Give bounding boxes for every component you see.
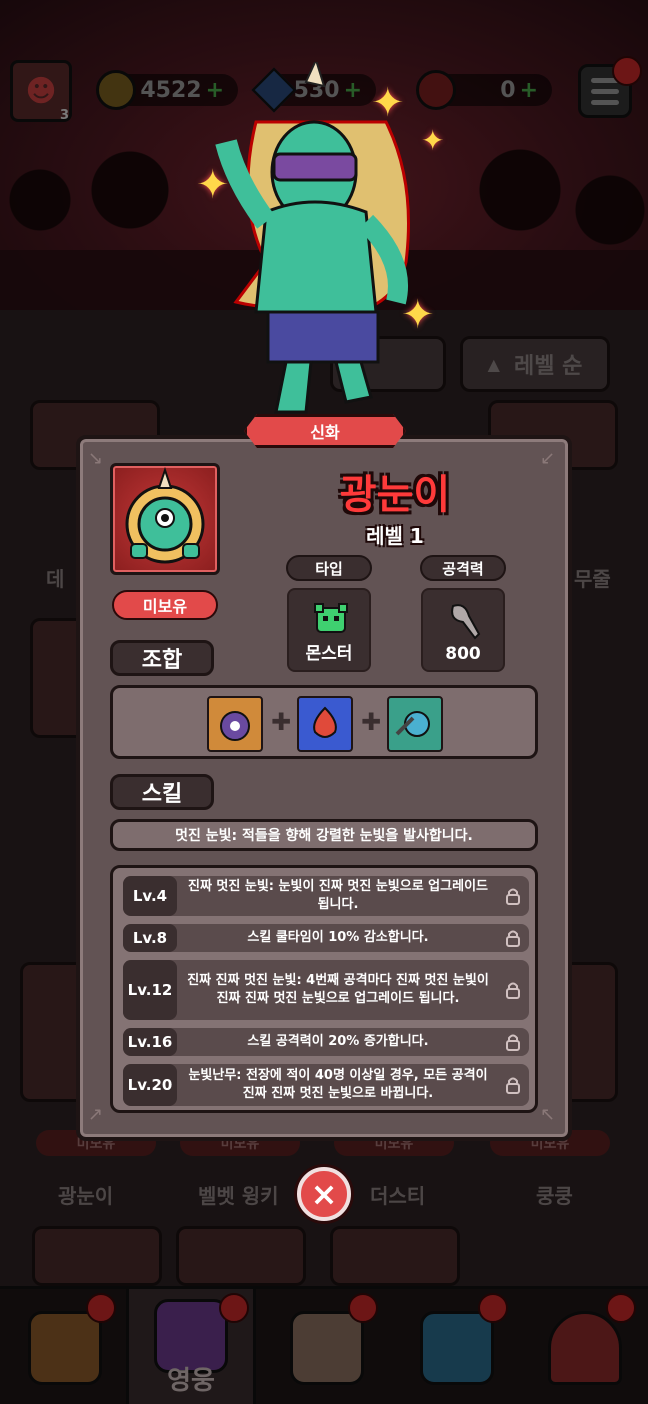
hero-name: 광눈이 xyxy=(339,472,451,518)
plus-icon: ✚ xyxy=(271,708,292,736)
lock-icon xyxy=(506,982,520,999)
lock-icon xyxy=(506,1077,520,1094)
hero-portrait xyxy=(110,463,220,575)
close-icon: × xyxy=(310,1175,338,1213)
skill-section-title: 스킬 xyxy=(110,774,214,810)
attack-label: 공격력 xyxy=(420,555,506,581)
upgrade-row: Lv.20 눈빛난무: 전장에 적이 40명 이상일 경우, 모든 공격이 진짜… xyxy=(123,1064,529,1106)
sparkle-icon: ✦ xyxy=(371,80,405,126)
type-value: 몬스터 xyxy=(305,644,353,664)
corner-arrow-icon: ↘ xyxy=(88,448,104,469)
hero-full-art: ✦ ✦ ✦ ✦ xyxy=(196,57,446,422)
sparkle-icon: ✦ xyxy=(421,124,445,157)
rarity-banner: 신화 xyxy=(244,414,406,448)
hero-level: 레벨 1 xyxy=(366,524,424,548)
upgrade-level: Lv.20 xyxy=(123,1064,177,1106)
lock-icon xyxy=(506,1034,520,1051)
attack-stat-box: 800 xyxy=(421,588,505,672)
combo-ingredient-spiky-monster[interactable] xyxy=(207,696,263,752)
type-stat-box: 몬스터 xyxy=(287,588,371,672)
club-icon xyxy=(451,604,481,640)
sparkle-icon: ✦ xyxy=(401,292,435,338)
type-label: 타입 xyxy=(286,555,372,581)
close-button[interactable]: × xyxy=(297,1167,351,1221)
upgrade-row: Lv.12 진짜 진짜 멋진 눈빛: 4번째 공격마다 진짜 멋진 눈빛이 진짜… xyxy=(123,960,529,1020)
combo-ingredient-fire-imp[interactable] xyxy=(297,696,353,752)
skill-description: 멋진 눈빛: 적들을 향해 강렬한 눈빛을 발사합니다. xyxy=(110,819,538,851)
combo-ingredient-goblin[interactable] xyxy=(387,696,443,752)
upgrade-text: 진짜 진짜 멋진 눈빛: 4번째 공격마다 진짜 멋진 눈빛이 진짜 진짜 멋진… xyxy=(187,973,489,1006)
corner-arrow-icon: ↗ xyxy=(88,1104,104,1125)
upgrade-text: 눈빛난무: 전장에 적이 40명 이상일 경우, 모든 공격이 진짜 진짜 멋진… xyxy=(188,1068,488,1101)
monster-icon xyxy=(314,603,348,633)
attack-value: 800 xyxy=(445,644,481,664)
upgrade-row: Lv.4 진짜 멋진 눈빛: 눈빛이 진짜 멋진 눈빛으로 업그레이드 됩니다. xyxy=(123,876,529,916)
upgrade-text: 스킬 공격력이 20% 증가합니다. xyxy=(247,1034,429,1050)
upgrade-level: Lv.16 xyxy=(123,1028,177,1056)
upgrade-text: 진짜 멋진 눈빛: 눈빛이 진짜 멋진 눈빛으로 업그레이드 됩니다. xyxy=(187,879,488,912)
upgrade-row: Lv.16 스킬 공격력이 20% 증가합니다. xyxy=(123,1028,529,1056)
upgrade-level: Lv.4 xyxy=(123,876,177,916)
upgrade-level: Lv.8 xyxy=(123,924,177,952)
sparkle-icon: ✦ xyxy=(196,162,230,208)
combo-recipe: ✚ ✚ xyxy=(110,685,538,759)
corner-arrow-icon: ↖ xyxy=(540,1104,556,1125)
upgrade-text: 스킬 쿨타임이 10% 감소합니다. xyxy=(247,930,429,946)
owned-status-badge: 미보유 xyxy=(112,590,218,620)
upgrade-row: Lv.8 스킬 쿨타임이 10% 감소합니다. xyxy=(123,924,529,952)
lock-icon xyxy=(506,888,520,905)
plus-icon: ✚ xyxy=(361,708,382,736)
upgrade-level: Lv.12 xyxy=(123,960,177,1020)
lock-icon xyxy=(506,930,520,947)
skill-upgrade-list: Lv.4 진짜 멋진 눈빛: 눈빛이 진짜 멋진 눈빛으로 업그레이드 됩니다.… xyxy=(110,865,538,1113)
combo-section-title: 조합 xyxy=(110,640,214,676)
